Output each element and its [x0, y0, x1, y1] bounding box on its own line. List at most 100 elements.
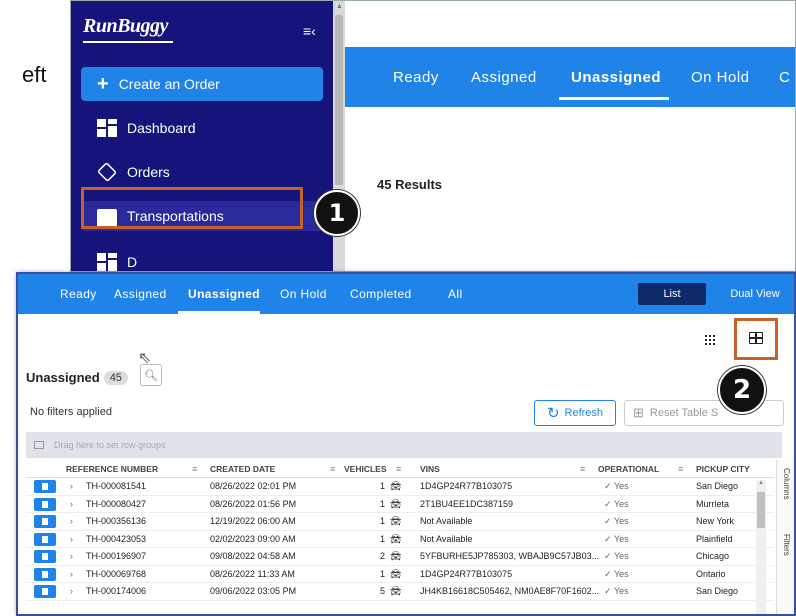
sidebar-item-partial[interactable]: D — [83, 247, 323, 271]
expand-chevron-icon[interactable]: › — [70, 586, 73, 596]
table-row[interactable]: › TH-000196907 09/08/2022 04:58 AM 2 🚘︎ … — [26, 548, 774, 566]
scroll-up-icon[interactable]: ▲ — [758, 480, 764, 486]
list-view-button[interactable]: List — [638, 283, 706, 305]
col-menu-icon[interactable]: ≡ — [192, 464, 197, 474]
count-badge: 45 — [103, 370, 128, 385]
cell-reference-number[interactable]: TH-000069768 — [86, 569, 146, 579]
cell-reference-number[interactable]: TH-000423053 — [86, 534, 146, 544]
sidebar-item-dashboard[interactable]: Dashboard — [83, 113, 323, 143]
search-icon: 🔍︎ — [144, 369, 158, 382]
collapse-menu-icon[interactable]: ≡‹ — [303, 23, 316, 39]
cell-reference-number[interactable]: TH-000196907 — [86, 551, 146, 561]
sidebar-item-label: D — [127, 254, 138, 270]
tab-cut-off[interactable]: C — [779, 69, 790, 86]
tab-on-hold[interactable]: On Hold — [280, 287, 327, 301]
check-icon: ✓ — [604, 481, 612, 491]
document-icon[interactable] — [34, 550, 56, 563]
scroll-thumb[interactable] — [335, 15, 343, 185]
table-row[interactable]: › TH-000080427 08/26/2022 01:56 PM 1 🚘︎ … — [26, 496, 774, 513]
sidebar-item-label: Dashboard — [127, 120, 196, 136]
cell-operational: Yes — [614, 568, 629, 579]
expand-chevron-icon[interactable]: › — [70, 499, 73, 509]
car-icon: 🚘︎ — [390, 481, 402, 491]
tab-on-hold[interactable]: On Hold — [691, 69, 750, 86]
status-tabs-top: Ready Assigned Unassigned On Hold C — [345, 47, 795, 107]
dashboard-icon — [97, 119, 117, 137]
check-icon: ✓ — [604, 586, 612, 596]
expand-chevron-icon[interactable]: › — [70, 534, 73, 544]
table-row[interactable]: › TH-000081541 08/26/2022 02:01 PM 1 🚘︎ … — [26, 478, 774, 496]
tab-completed[interactable]: Completed — [350, 287, 412, 301]
create-order-button[interactable]: + Create an Order — [81, 67, 323, 101]
document-icon[interactable] — [34, 532, 56, 546]
cell-reference-number[interactable]: TH-000356136 — [86, 516, 146, 526]
table-scrollbar[interactable]: ▲ — [756, 480, 766, 614]
tab-assigned[interactable]: Assigned — [114, 287, 167, 301]
expand-chevron-icon[interactable]: › — [70, 516, 73, 526]
table-row[interactable]: › TH-000423053 02/02/2023 09:00 AM 1 🚘︎ … — [26, 531, 774, 548]
row-group-icon — [34, 441, 44, 449]
col-operational[interactable]: OPERATIONAL — [598, 464, 659, 474]
col-menu-icon[interactable]: ≡ — [396, 464, 401, 474]
document-icon[interactable] — [34, 515, 56, 528]
cell-reference-number[interactable]: TH-000080427 — [86, 499, 146, 509]
runbuggy-logo[interactable]: RunBuggy — [83, 15, 173, 43]
tab-unassigned[interactable]: Unassigned — [571, 69, 661, 86]
reset-table-icon: ⊞ — [633, 405, 644, 420]
document-icon[interactable] — [34, 497, 56, 511]
col-pickup-city[interactable]: PICKUP CITY — [696, 464, 750, 474]
col-vehicles[interactable]: VEHICLES — [344, 464, 387, 474]
document-icon[interactable] — [34, 480, 56, 493]
expand-chevron-icon[interactable]: › — [70, 481, 73, 491]
col-vins[interactable]: VINS — [420, 464, 440, 474]
columns-panel-tab[interactable]: Columns — [782, 468, 791, 500]
refresh-button[interactable]: ↻ Refresh — [534, 400, 616, 426]
cell-created-date: 12/19/2022 06:00 AM — [210, 516, 296, 526]
sidebar-item-orders[interactable]: Orders — [83, 157, 323, 187]
view-toggle: List Dual View — [638, 283, 788, 305]
tab-ready[interactable]: Ready — [60, 287, 97, 301]
cell-created-date: 09/08/2022 04:58 AM — [210, 551, 296, 561]
car-icon: 🚘︎ — [390, 516, 402, 526]
col-menu-icon[interactable]: ≡ — [678, 464, 683, 474]
plus-icon: + — [97, 72, 109, 95]
scroll-thumb[interactable] — [757, 492, 765, 528]
col-menu-icon[interactable]: ≡ — [330, 464, 335, 474]
cell-vins: Not Available — [420, 516, 473, 526]
tab-all[interactable]: All — [448, 287, 463, 301]
tab-assigned[interactable]: Assigned — [471, 69, 537, 86]
cell-reference-number[interactable]: TH-000174006 — [86, 586, 146, 596]
tutorial-screenshot: eft RunBuggy ≡‹ + Create an Order Dashbo… — [0, 0, 796, 616]
cell-operational: Yes — [614, 586, 629, 596]
col-menu-icon[interactable]: ≡ — [580, 464, 585, 474]
col-created-date[interactable]: CREATED DATE — [210, 464, 275, 474]
cell-operational: Yes — [614, 498, 629, 509]
col-reference-number[interactable]: REFERENCE NUMBER — [66, 464, 158, 474]
check-icon: ✓ — [604, 533, 612, 544]
car-icon: 🚘︎ — [390, 551, 402, 561]
dual-view-button[interactable]: Dual View — [720, 283, 790, 305]
cell-reference-number[interactable]: TH-000081541 — [86, 481, 146, 491]
document-icon[interactable] — [34, 585, 56, 598]
grid-view-icon[interactable] — [704, 334, 716, 346]
row-group-drop-zone[interactable]: Drag here to set row groups — [26, 432, 782, 458]
sidebar: RunBuggy ≡‹ + Create an Order Dashboard … — [71, 1, 333, 271]
expand-chevron-icon[interactable]: › — [70, 551, 73, 561]
status-tabs: Ready Assigned Unassigned On Hold Comple… — [18, 274, 794, 314]
tab-ready[interactable]: Ready — [393, 69, 439, 86]
tab-unassigned[interactable]: Unassigned — [188, 287, 260, 301]
filters-panel-tab[interactable]: Filters — [782, 534, 791, 556]
table-row[interactable]: › TH-000356136 12/19/2022 06:00 AM 1 🚘︎ … — [26, 513, 774, 531]
car-icon: 🚘︎ — [390, 568, 402, 579]
cell-vins: 1D4GP24R77B103075 — [420, 481, 513, 491]
search-button[interactable]: 🔍︎ — [140, 364, 162, 386]
sidebar-item-label: Orders — [127, 164, 170, 180]
cell-pickup-city: New York — [696, 516, 735, 526]
expand-chevron-icon[interactable]: › — [70, 569, 73, 579]
document-icon[interactable] — [34, 567, 56, 581]
table-view-button[interactable] — [734, 318, 778, 360]
table-row[interactable]: › TH-000069768 08/26/2022 11:33 AM 1 🚘︎ … — [26, 566, 774, 583]
cell-pickup-city: Murrieta — [696, 498, 730, 509]
table-row[interactable]: › TH-000174006 09/06/2022 03:05 PM 5 🚘︎ … — [26, 583, 774, 601]
scroll-up-icon[interactable]: ▲ — [336, 3, 343, 10]
